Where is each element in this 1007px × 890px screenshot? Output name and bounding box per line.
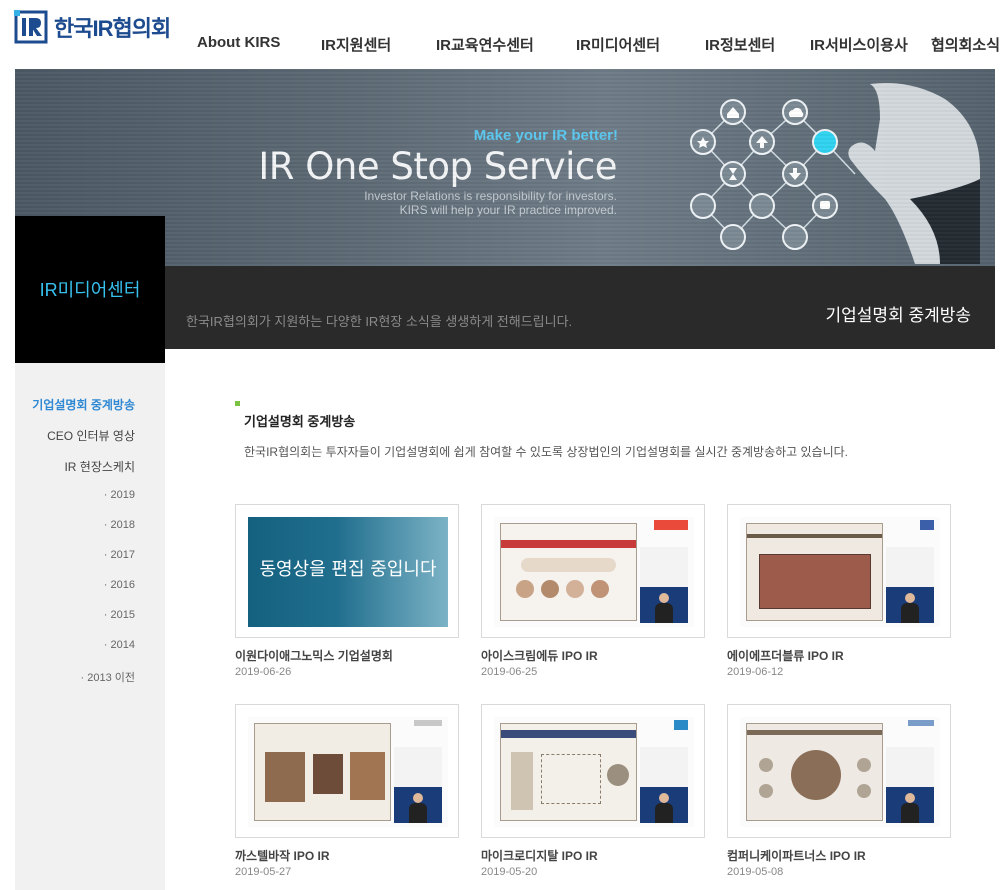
video-date: 2019-06-25 — [481, 666, 538, 678]
video-still — [494, 717, 694, 827]
editing-message: 동영상을 편집 중입니다 — [259, 559, 437, 580]
nav-ir-support[interactable]: IR지원센터 — [321, 34, 391, 55]
main-nav: About KIRS IR지원센터 IR교육연수센터 IR미디어센터 IR정보센… — [0, 34, 1007, 56]
speaker-video-icon — [394, 787, 442, 823]
video-thumbnail[interactable] — [727, 704, 951, 838]
company-logo-icon — [654, 520, 688, 530]
company-logo-icon — [674, 720, 688, 730]
company-logo-icon — [414, 720, 442, 726]
sidebar-menu: 기업설명회 중계방송 CEO 인터뷰 영상 IR 현장스케치 · 2019 · … — [15, 363, 165, 890]
sidebar-item-ceo-interview[interactable]: CEO 인터뷰 영상 — [47, 427, 135, 444]
sidebar-year-2017[interactable]: · 2017 — [104, 549, 135, 561]
nav-ir-media[interactable]: IR미디어센터 — [576, 34, 660, 55]
title-marker-icon — [235, 401, 240, 406]
video-editing-placeholder: 동영상을 편집 중입니다 — [248, 517, 448, 627]
site-header: 한국IR협의회 About KIRS IR지원센터 IR교육연수센터 IR미디어… — [0, 0, 1007, 70]
nav-ir-info[interactable]: IR정보센터 — [705, 34, 775, 55]
video-title[interactable]: 아이스크림에듀 IPO IR — [481, 647, 598, 664]
nav-ir-education[interactable]: IR교육연수센터 — [436, 34, 534, 55]
sidebar-year-2015[interactable]: · 2015 — [104, 609, 135, 621]
video-title[interactable]: 에이에프더블류 IPO IR — [727, 647, 844, 664]
video-date: 2019-06-26 — [235, 666, 292, 678]
video-still — [740, 717, 940, 827]
section-description: 한국IR협의회가 지원하는 다양한 IR현장 소식을 생생하게 전해드립니다. — [186, 314, 573, 329]
sidebar-item-ir-sketch[interactable]: IR 현장스케치 — [64, 458, 135, 475]
content-title: 기업설명회 중계방송 — [244, 414, 356, 429]
sidebar-title: IR미디어센터 — [39, 280, 141, 300]
video-title[interactable]: 까스텔바작 IPO IR — [235, 847, 330, 864]
video-date: 2019-05-27 — [235, 866, 292, 878]
nav-about[interactable]: About KIRS — [197, 34, 280, 51]
section-page-title: 기업설명회 중계방송 — [825, 306, 971, 325]
sidebar-year-2014[interactable]: · 2014 — [104, 639, 135, 651]
speaker-video-icon — [640, 587, 688, 623]
sidebar-item-ir-broadcast[interactable]: 기업설명회 중계방송 — [32, 396, 135, 413]
hero-title: IR One Stop Service — [258, 145, 617, 188]
nav-news[interactable]: 협의회소식 — [931, 34, 1000, 55]
sidebar-year-2016[interactable]: · 2016 — [104, 579, 135, 591]
hero-tagline: Make your IR better! — [473, 127, 618, 144]
video-still — [248, 717, 448, 827]
video-title[interactable]: 컴퍼니케이파트너스 IPO IR — [727, 847, 866, 864]
speaker-video-icon — [640, 787, 688, 823]
video-thumbnail[interactable] — [235, 704, 459, 838]
speaker-video-icon — [886, 587, 934, 623]
video-date: 2019-05-20 — [481, 866, 538, 878]
company-logo-icon — [920, 520, 934, 530]
video-still — [494, 517, 694, 627]
sidebar-year-2018[interactable]: · 2018 — [104, 519, 135, 531]
presentation-slide — [746, 523, 883, 621]
video-thumbnail[interactable] — [481, 704, 705, 838]
company-logo-icon — [908, 720, 934, 726]
sidebar-year-2013-before[interactable]: · 2013 이전 — [81, 669, 136, 685]
video-date: 2019-06-12 — [727, 666, 784, 678]
video-still — [740, 517, 940, 627]
video-date: 2019-05-08 — [727, 866, 784, 878]
presentation-slide — [746, 723, 883, 821]
video-title[interactable]: 이원다이애그노믹스 기업설명회 — [235, 647, 393, 664]
video-thumbnail[interactable] — [727, 504, 951, 638]
presentation-slide — [254, 723, 391, 821]
video-thumbnail[interactable]: 동영상을 편집 중입니다 — [235, 504, 459, 638]
hero-subtitle-line2: KIRS will help your IR practice improved… — [399, 203, 617, 217]
content-description: 한국IR협의회는 투자자들이 기업설명회에 쉽게 참여할 수 있도록 상장법인의… — [244, 445, 849, 459]
video-title[interactable]: 마이크로디지탈 IPO IR — [481, 847, 598, 864]
presentation-slide — [500, 523, 637, 621]
speaker-video-icon — [886, 787, 934, 823]
video-thumbnail[interactable] — [481, 504, 705, 638]
section-band: 한국IR협의회가 지원하는 다양한 IR현장 소식을 생생하게 전해드립니다. … — [165, 266, 995, 349]
presentation-slide — [500, 723, 637, 821]
nav-ir-service[interactable]: IR서비스이용사 — [810, 34, 908, 55]
sidebar-year-2019[interactable]: · 2019 — [104, 489, 135, 501]
hero-subtitle-line1: Investor Relations is responsibility for… — [364, 189, 617, 203]
hero-network-graphic — [690, 83, 980, 264]
sidebar-title-box: IR미디어센터 — [15, 216, 165, 363]
